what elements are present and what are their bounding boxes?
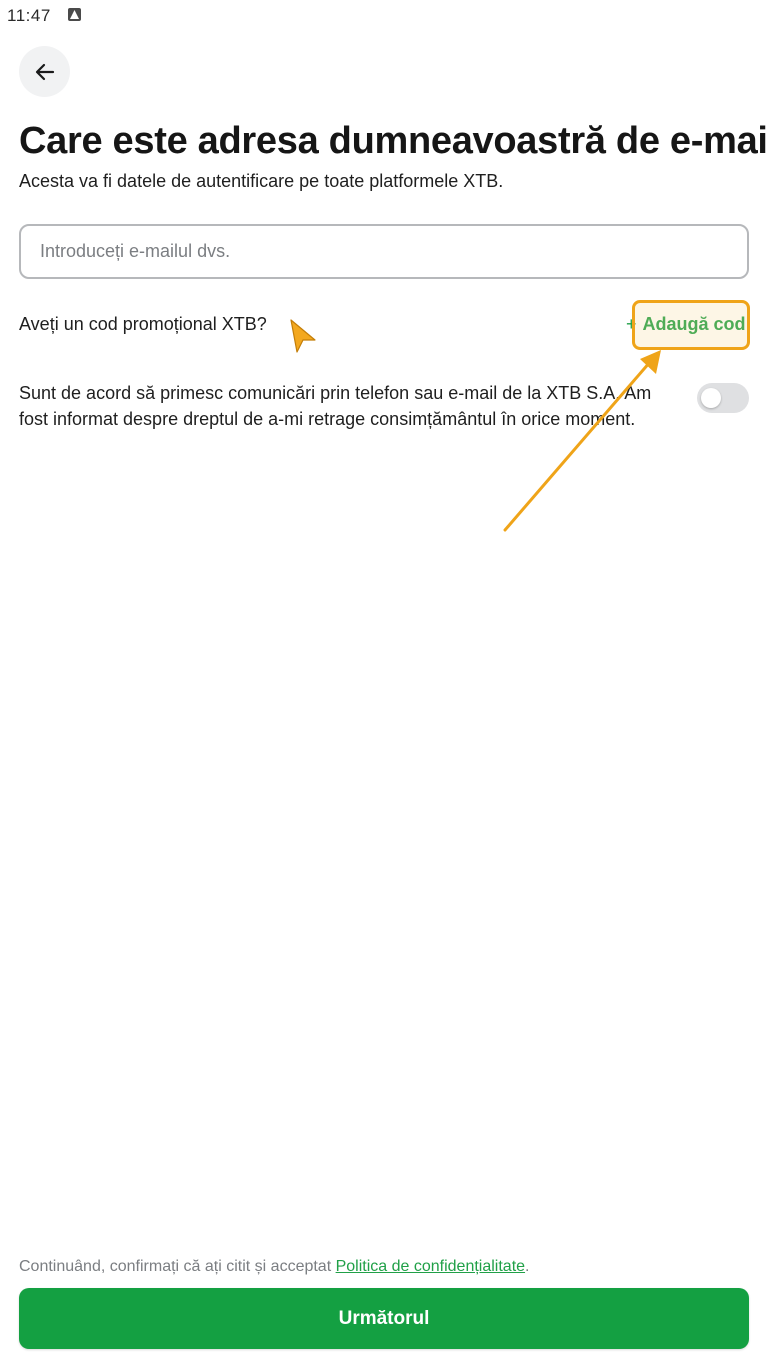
status-bar: 11:47 [0, 0, 768, 32]
marketing-consent-text: Sunt de acord să primesc comunicări prin… [19, 383, 652, 429]
plus-icon: + [626, 314, 637, 334]
privacy-notice-suffix: . [525, 1258, 530, 1275]
marketing-consent-toggle[interactable] [697, 383, 749, 413]
notification-icon [68, 8, 81, 21]
privacy-notice: Continuând, confirmați că ați citit și a… [19, 1257, 530, 1277]
next-button-label: Următorul [338, 1307, 430, 1329]
toggle-knob [701, 388, 721, 408]
mouse-cursor-icon [290, 319, 316, 353]
status-time: 11:47 [7, 6, 51, 25]
arrow-left-icon [35, 63, 54, 80]
promo-code-question: Aveți un cod promoțional XTB? [19, 314, 267, 334]
annotation-arrow [503, 350, 661, 532]
next-button[interactable]: Următorul [19, 1288, 749, 1349]
add-promo-code-button[interactable]: + Adaugă cod [626, 313, 768, 337]
page-title: Care este adresa dumneavoastră de e-mail… [19, 120, 768, 162]
back-button[interactable] [19, 46, 70, 97]
page-subtitle: Acesta va fi datele de autentificare pe … [19, 171, 504, 191]
add-promo-code-label: Adaugă cod [642, 314, 746, 334]
email-input[interactable] [19, 224, 749, 279]
privacy-notice-prefix: Continuând, confirmați că ați citit și a… [19, 1258, 336, 1275]
privacy-policy-link[interactable]: Politica de confidențialitate [336, 1258, 525, 1275]
